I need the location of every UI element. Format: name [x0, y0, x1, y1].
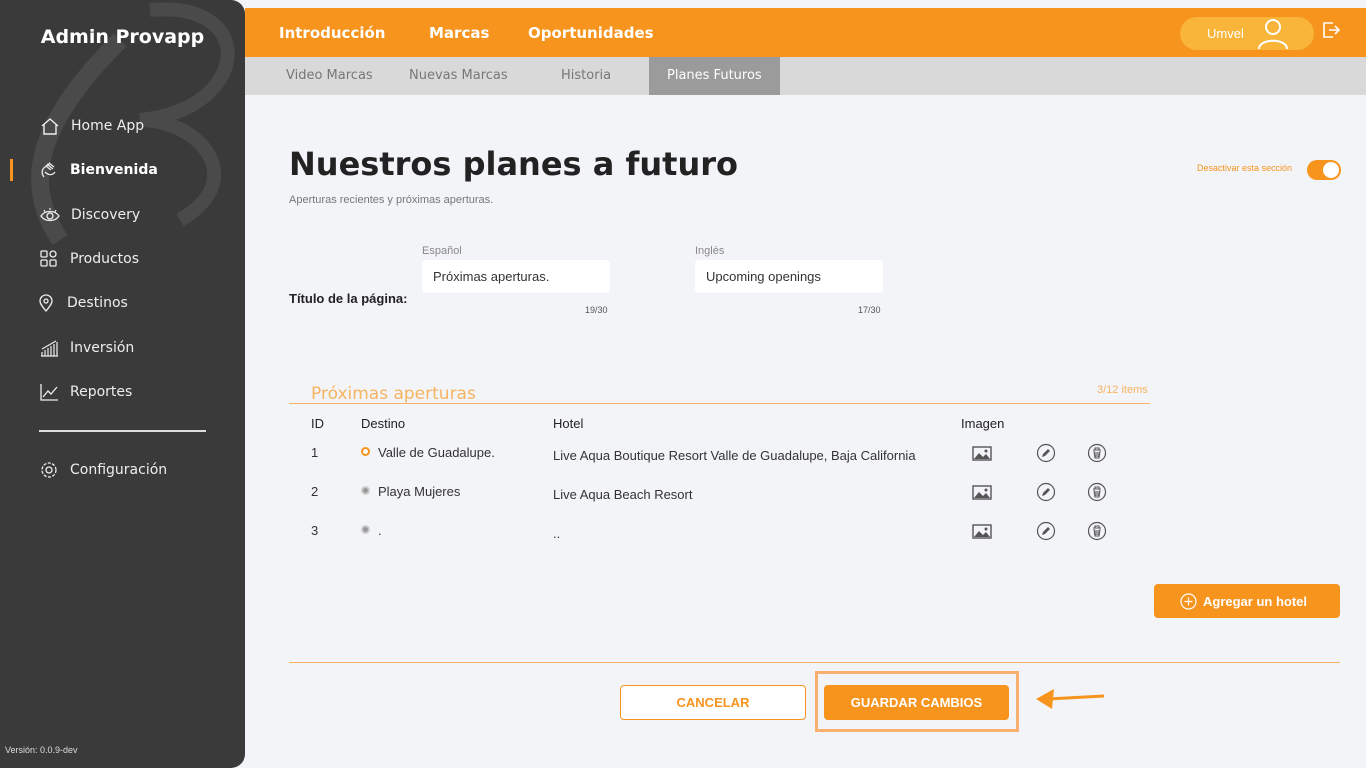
- status-dot: [361, 525, 370, 534]
- row-destino: Playa Mujeres: [378, 484, 461, 499]
- toggle-label: Desactivar esta sección: [1197, 163, 1293, 173]
- eye-icon: [39, 204, 61, 226]
- image-icon[interactable]: [972, 482, 992, 502]
- row-id: 3: [311, 523, 319, 538]
- sidebar-item-bienvenida[interactable]: Bienvenida: [0, 155, 245, 185]
- sidebar-item-label: Configuración: [70, 462, 168, 478]
- english-title-input[interactable]: [695, 260, 883, 293]
- row-hotel: ..: [553, 526, 561, 541]
- sidebar-item-productos[interactable]: Productos: [0, 244, 245, 274]
- tab-historia[interactable]: Historia: [561, 57, 611, 95]
- add-hotel-button[interactable]: Agregar un hotel: [1154, 584, 1340, 618]
- edit-icon[interactable]: [1036, 521, 1056, 541]
- row-destino: Valle de Guadalupe.: [378, 445, 495, 460]
- topnav-oportunidades[interactable]: Oportunidades: [528, 24, 654, 42]
- english-char-counter: 17/30: [858, 305, 881, 315]
- items-count: 3/12 items: [1097, 384, 1148, 396]
- edit-icon[interactable]: [1036, 443, 1056, 463]
- section-toggle[interactable]: [1307, 160, 1341, 180]
- sidebar-item-discovery[interactable]: Discovery: [0, 200, 245, 230]
- bar-chart-icon: [38, 337, 60, 359]
- app-title: Admin Provapp: [40, 26, 205, 48]
- user-menu[interactable]: Umvel: [1180, 17, 1314, 50]
- cancel-button[interactable]: CANCELAR: [620, 685, 806, 720]
- logout-icon[interactable]: [1321, 20, 1341, 40]
- spanish-label: Español: [422, 245, 462, 257]
- col-header-hotel: Hotel: [553, 416, 584, 431]
- image-icon[interactable]: [972, 443, 992, 463]
- image-icon[interactable]: [972, 521, 992, 541]
- spanish-char-counter: 19/30: [585, 305, 608, 315]
- sidebar: Admin Provapp Home App Bienvenida Discov…: [0, 0, 245, 768]
- delete-icon[interactable]: [1087, 482, 1107, 502]
- arrow-annotation-icon: [1036, 689, 1105, 709]
- col-header-id: ID: [311, 416, 324, 431]
- sidebar-item-inversion[interactable]: Inversión: [0, 333, 245, 363]
- sidebar-item-configuracion[interactable]: Configuración: [0, 455, 245, 485]
- sidebar-item-label: Bienvenida: [70, 162, 158, 178]
- sidebar-divider: [39, 430, 206, 432]
- edit-icon[interactable]: [1036, 482, 1056, 502]
- col-header-imagen: Imagen: [961, 416, 1005, 431]
- sidebar-item-label: Destinos: [67, 295, 128, 311]
- title-field-label: Título de la página:: [289, 291, 408, 306]
- sidebar-item-label: Reportes: [70, 384, 133, 400]
- row-id: 2: [311, 484, 319, 499]
- add-hotel-label: Agregar un hotel: [1203, 593, 1308, 609]
- tab-video-marcas[interactable]: Video Marcas: [286, 57, 373, 95]
- user-avatar-icon: [1258, 19, 1288, 50]
- line-chart-icon: [38, 381, 60, 403]
- delete-icon[interactable]: [1087, 521, 1107, 541]
- section-divider: [289, 403, 1150, 404]
- delete-icon[interactable]: [1087, 443, 1107, 463]
- row-hotel: Live Aqua Boutique Resort Valle de Guada…: [553, 448, 916, 463]
- grid-icon: [38, 248, 60, 270]
- home-icon: [39, 115, 61, 137]
- row-destino: .: [378, 523, 382, 538]
- english-label: Inglés: [695, 245, 725, 257]
- map-pin-icon: [35, 292, 57, 314]
- top-navbar: Introducción Marcas Oportunidades Umvel: [245, 8, 1366, 63]
- topnav-introduccion[interactable]: Introducción: [279, 24, 385, 42]
- sub-tabs: Video Marcas Nuevas Marcas Historia Plan…: [245, 57, 1366, 95]
- row-id: 1: [311, 445, 319, 460]
- user-name: Umvel: [1207, 26, 1244, 41]
- col-header-destino: Destino: [361, 416, 406, 431]
- gear-icon: [38, 459, 60, 481]
- page-title: Nuestros planes a futuro: [289, 145, 738, 183]
- sidebar-item-home-app[interactable]: Home App: [0, 111, 245, 141]
- sidebar-item-label: Productos: [70, 251, 140, 267]
- tab-planes-futuros[interactable]: Planes Futuros: [649, 57, 780, 95]
- save-changes-button[interactable]: GUARDAR CAMBIOS: [824, 685, 1009, 720]
- sidebar-item-destinos[interactable]: Destinos: [0, 288, 245, 318]
- status-dot: [361, 447, 370, 456]
- footer-divider: [289, 662, 1340, 663]
- sidebar-item-label: Home App: [71, 118, 145, 134]
- row-hotel: Live Aqua Beach Resort: [553, 487, 693, 502]
- sidebar-item-reportes[interactable]: Reportes: [0, 377, 245, 407]
- sidebar-item-label: Discovery: [71, 207, 141, 223]
- page-subtitle: Aperturas recientes y próximas aperturas…: [289, 194, 494, 206]
- spanish-title-input[interactable]: [422, 260, 610, 293]
- app-version: Versión: 0.0.9-dev: [5, 745, 78, 755]
- section-title: Próximas aperturas: [311, 384, 476, 404]
- plus-circle-icon: [1180, 592, 1197, 610]
- tab-nuevas-marcas[interactable]: Nuevas Marcas: [409, 57, 508, 95]
- wave-hand-icon: [38, 159, 60, 181]
- sidebar-item-label: Inversión: [70, 340, 135, 356]
- status-dot: [361, 486, 370, 495]
- topnav-marcas[interactable]: Marcas: [429, 24, 489, 42]
